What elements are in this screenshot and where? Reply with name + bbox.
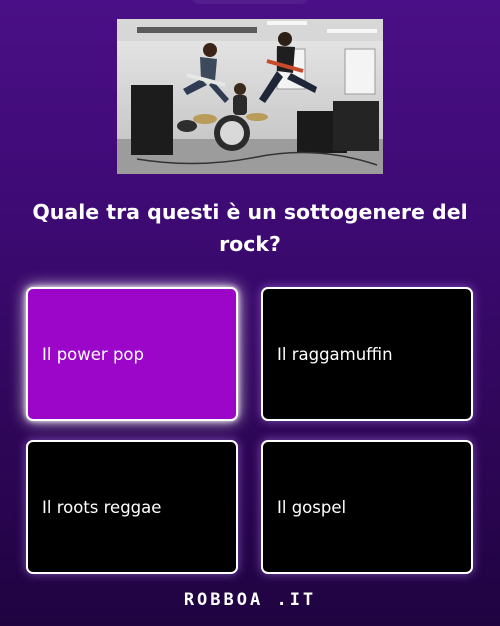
answer-option-1[interactable]: Il power pop <box>26 287 238 421</box>
question-photo <box>117 19 383 174</box>
answer-option-label: Il power pop <box>42 344 144 364</box>
answer-option-label: Il roots reggae <box>42 497 162 517</box>
answer-option-3[interactable]: Il roots reggae <box>26 440 238 574</box>
question-text: Quale tra questi è un sottogenere del ro… <box>32 200 468 256</box>
rock-band-image <box>117 19 383 174</box>
top-decoration <box>190 0 310 4</box>
answer-option-label: Il raggamuffin <box>277 344 393 364</box>
brand-logo: ROBBOA .IT <box>183 590 317 610</box>
answer-option-2[interactable]: Il raggamuffin <box>261 287 473 421</box>
answer-option-label: Il gospel <box>277 497 347 517</box>
answer-option-4[interactable]: Il gospel <box>261 440 473 574</box>
